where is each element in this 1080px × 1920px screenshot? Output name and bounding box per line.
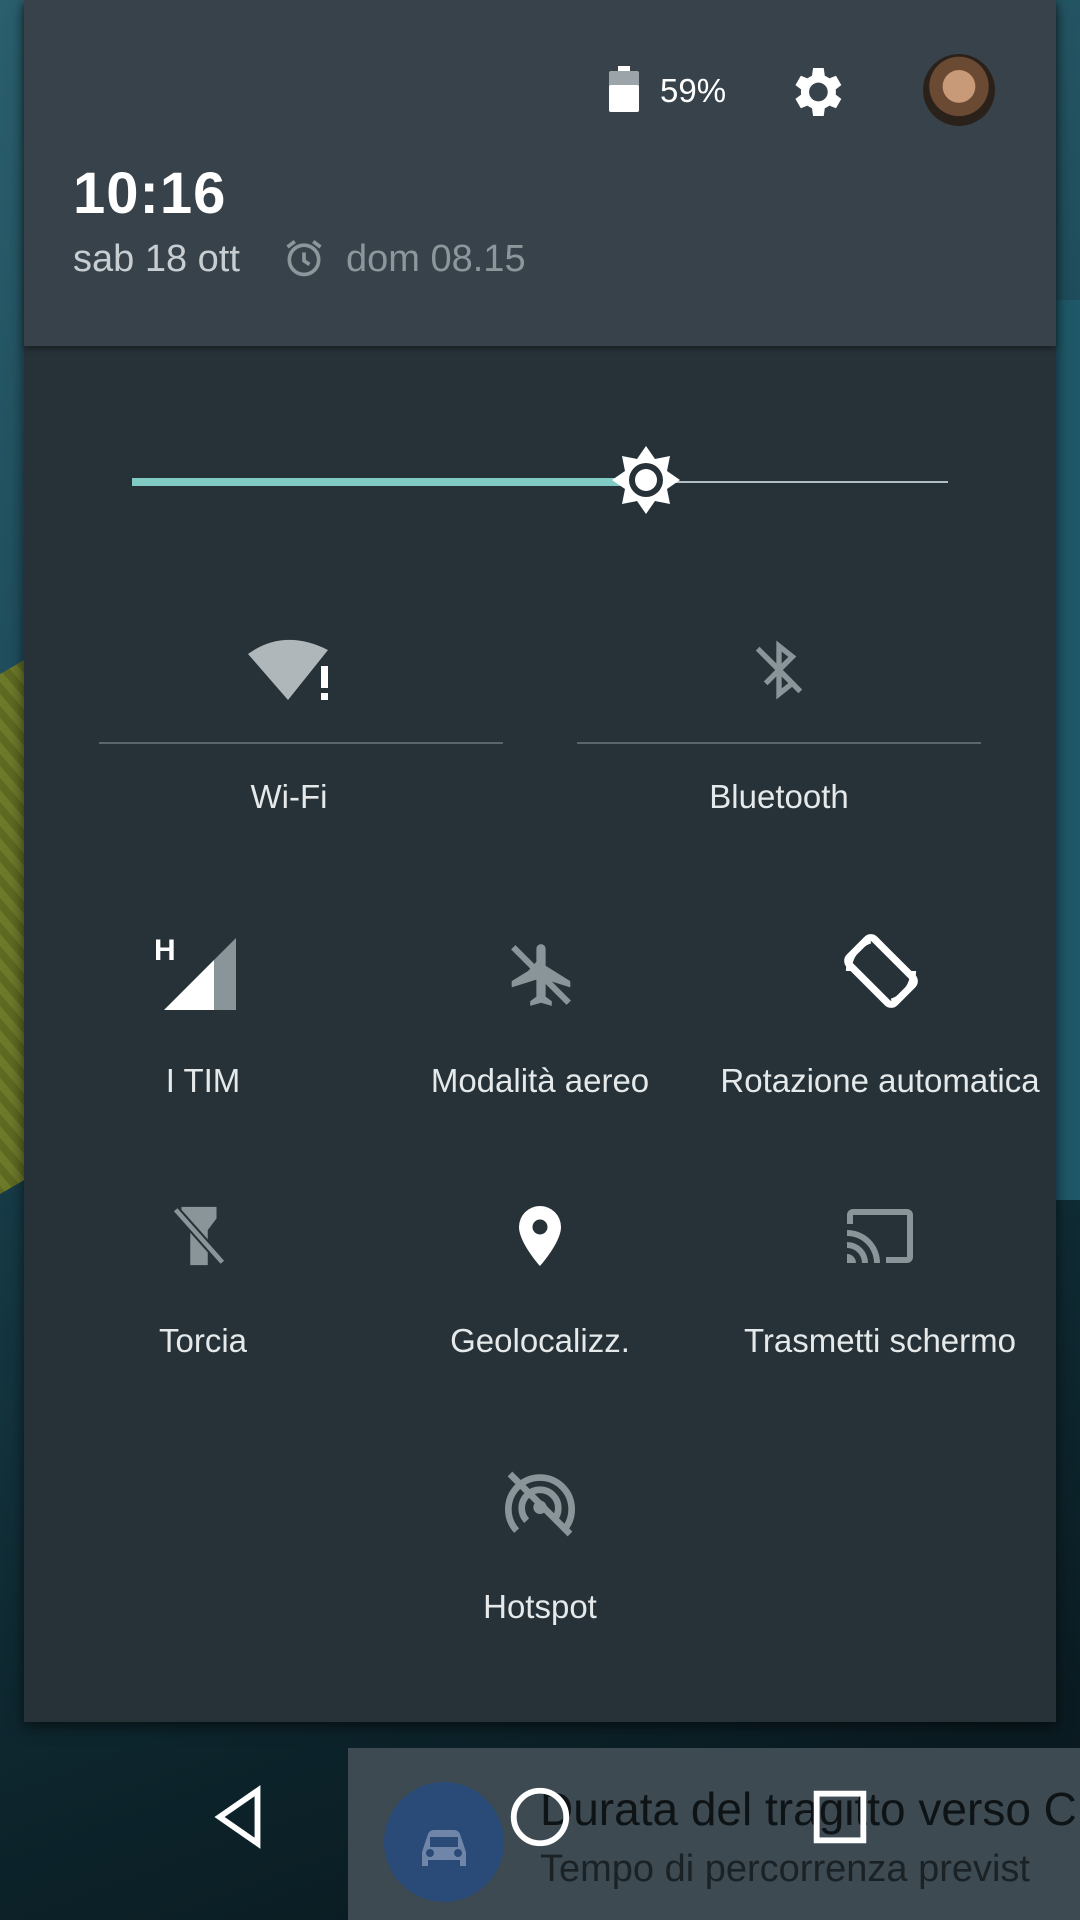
tile-label: Geolocalizz. (450, 1322, 630, 1359)
navigation-bar (0, 1722, 1080, 1920)
cell-signal-h-icon: H (154, 934, 236, 1010)
next-alarm[interactable]: dom 08.15 (346, 238, 526, 281)
brightness-slider[interactable] (132, 446, 972, 514)
cast-icon (847, 1209, 913, 1263)
tile-label: I TIM (165, 1062, 241, 1099)
tile-hotspot[interactable]: Hotspot (364, 1464, 716, 1644)
tile-label: Trasmetti schermo (744, 1322, 1016, 1359)
alarm-clock-icon (286, 240, 322, 277)
location-icon (519, 1206, 561, 1266)
tile-location[interactable]: Geolocalizz. (364, 1186, 716, 1386)
brightness-thumb-icon[interactable] (606, 440, 686, 520)
tile-label: Wi-Fi (250, 778, 328, 815)
tile-auto-rotate[interactable]: Rotazione automatica (704, 920, 1056, 1120)
tile-label: Modalità aereo (430, 1062, 650, 1099)
clock[interactable]: 10:16 (73, 160, 226, 227)
tile-airplane-mode[interactable]: Modalità aereo (364, 920, 716, 1120)
battery-percent: 59% (660, 72, 727, 109)
tile-cast-screen[interactable]: Trasmetti schermo (704, 1186, 1056, 1386)
status-header: 59% 10:16 sab 18 ott dom 08.15 (24, 0, 1056, 346)
wifi-divider (99, 742, 503, 744)
tile-label: Hotspot (483, 1588, 597, 1625)
wifi-alert-icon (248, 639, 328, 700)
battery-icon (609, 66, 639, 112)
flashlight-off-icon (172, 1206, 226, 1266)
recents-icon[interactable] (805, 1782, 875, 1852)
airplane-off-icon (511, 944, 571, 1006)
tile-label: Rotazione automatica (720, 1062, 1040, 1099)
bluetooth-off-icon (755, 640, 803, 700)
settings-gear-icon[interactable] (784, 60, 848, 124)
tile-bluetooth[interactable]: Bluetooth (577, 620, 981, 820)
auto-rotate-icon (844, 934, 918, 1008)
user-avatar[interactable] (923, 54, 995, 126)
slider-fill (132, 478, 646, 486)
svg-text:H: H (154, 934, 176, 967)
tile-label: Bluetooth (709, 778, 849, 815)
bluetooth-divider (577, 742, 981, 744)
tile-label: Torcia (158, 1322, 248, 1359)
date[interactable]: sab 18 ott (73, 238, 240, 281)
back-icon[interactable] (205, 1782, 275, 1852)
tile-wifi[interactable]: Wi-Fi (99, 620, 503, 820)
tile-mobile-data[interactable]: H I TIM (24, 920, 382, 1120)
home-icon[interactable] (505, 1782, 575, 1852)
hotspot-off-icon (505, 1471, 575, 1537)
tile-flashlight[interactable]: Torcia (24, 1186, 382, 1386)
quick-settings-panel: 59% 10:16 sab 18 ott dom 08.15 Wi-Fi Blu… (24, 0, 1056, 1722)
